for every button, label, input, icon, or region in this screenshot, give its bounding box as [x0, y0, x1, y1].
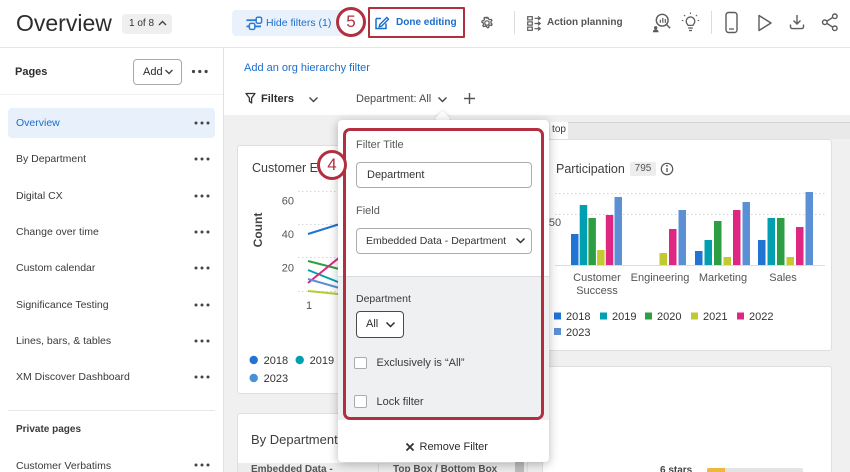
- svg-text:Count: Count: [251, 213, 265, 248]
- svg-text:2018: 2018: [264, 355, 288, 367]
- svg-text:60: 60: [282, 196, 294, 208]
- svg-text:2021: 2021: [703, 311, 727, 323]
- svg-text:Engineering: Engineering: [631, 272, 690, 284]
- svg-text:Sales: Sales: [769, 272, 797, 284]
- svg-text:20: 20: [282, 263, 294, 275]
- svg-text:2022: 2022: [749, 311, 773, 323]
- svg-text:2020: 2020: [657, 311, 681, 323]
- svg-text:2023: 2023: [566, 327, 590, 339]
- svg-text:Customer: Customer: [573, 272, 621, 284]
- svg-text:2023: 2023: [264, 373, 288, 385]
- svg-text:Success: Success: [576, 285, 618, 297]
- svg-text:2018: 2018: [566, 311, 590, 323]
- svg-text:2019: 2019: [310, 355, 334, 367]
- svg-text:40: 40: [282, 229, 294, 241]
- svg-text:1: 1: [306, 300, 312, 312]
- svg-text:Marketing: Marketing: [699, 272, 747, 284]
- svg-text:50: 50: [549, 217, 561, 229]
- svg-text:2019: 2019: [612, 311, 636, 323]
